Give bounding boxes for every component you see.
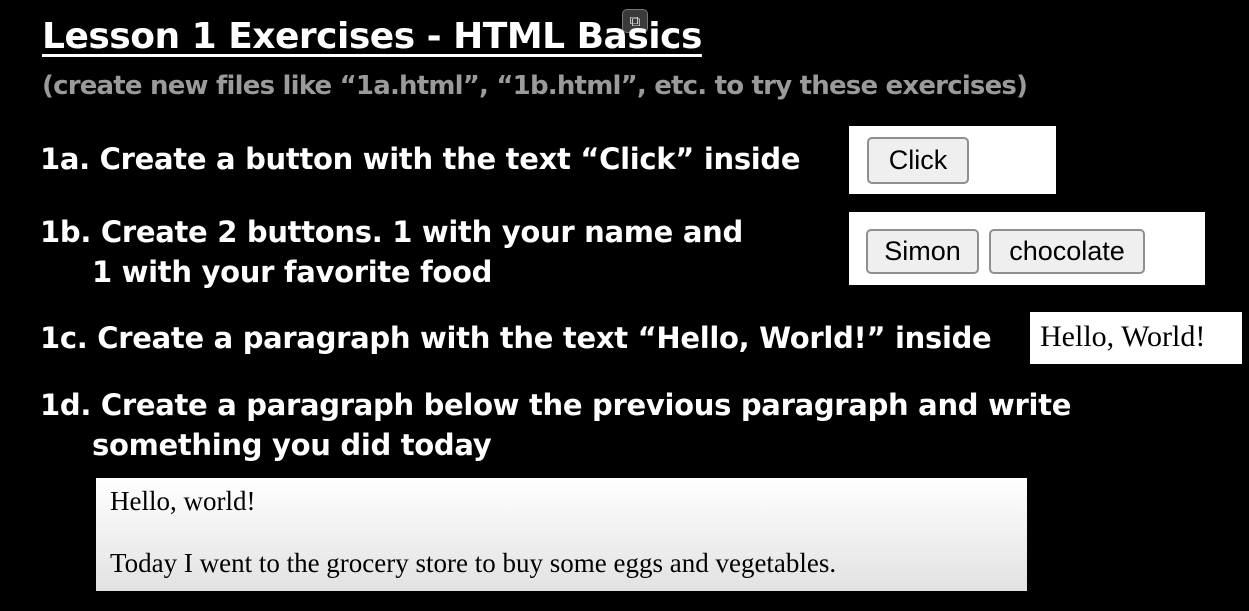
hello-world-paragraph: Hello, World!: [1040, 320, 1206, 353]
page-subtitle: (create new files like “1a.html”, “1b.ht…: [42, 71, 1028, 101]
lesson-slide: ⧉ Lesson 1 Exercises - HTML Basics (crea…: [0, 0, 1249, 611]
exercise-1a-demo: Click: [849, 126, 1056, 194]
exercise-1b-instruction: 1b. Create 2 buttons. 1 with your name a…: [40, 212, 743, 292]
exercise-1b-text-line2: 1 with your favorite food: [92, 255, 493, 289]
favorite-food-button[interactable]: chocolate: [989, 229, 1145, 274]
exercise-1c-text: 1c. Create a paragraph with the text “He…: [40, 321, 992, 355]
page-title: Lesson 1 Exercises - HTML Basics: [42, 16, 702, 57]
exercise-1d-text-line1: 1d. Create a paragraph below the previou…: [40, 388, 1072, 422]
today-paragraph: Today I went to the grocery store to buy…: [110, 548, 837, 578]
exercise-1d-demo: Hello, world! Today I went to the grocer…: [96, 478, 1027, 591]
exercise-1c-instruction: 1c. Create a paragraph with the text “He…: [40, 318, 992, 358]
click-button[interactable]: Click: [867, 137, 969, 184]
exercise-1d-text-line2: something you did today: [92, 428, 492, 462]
exercise-1d-instruction: 1d. Create a paragraph below the previou…: [40, 385, 1071, 465]
name-button[interactable]: Simon: [866, 229, 979, 274]
exercise-1a-text: 1a. Create a button with the text “Click…: [40, 142, 801, 176]
hello-world-paragraph: Hello, world!: [110, 486, 256, 516]
exercise-1c-demo: Hello, World!: [1030, 312, 1242, 364]
exercise-1b-text-line1: 1b. Create 2 buttons. 1 with your name a…: [40, 215, 743, 249]
exercise-1a-instruction: 1a. Create a button with the text “Click…: [40, 139, 801, 179]
exercise-1b-demo: Simon chocolate: [849, 212, 1205, 285]
